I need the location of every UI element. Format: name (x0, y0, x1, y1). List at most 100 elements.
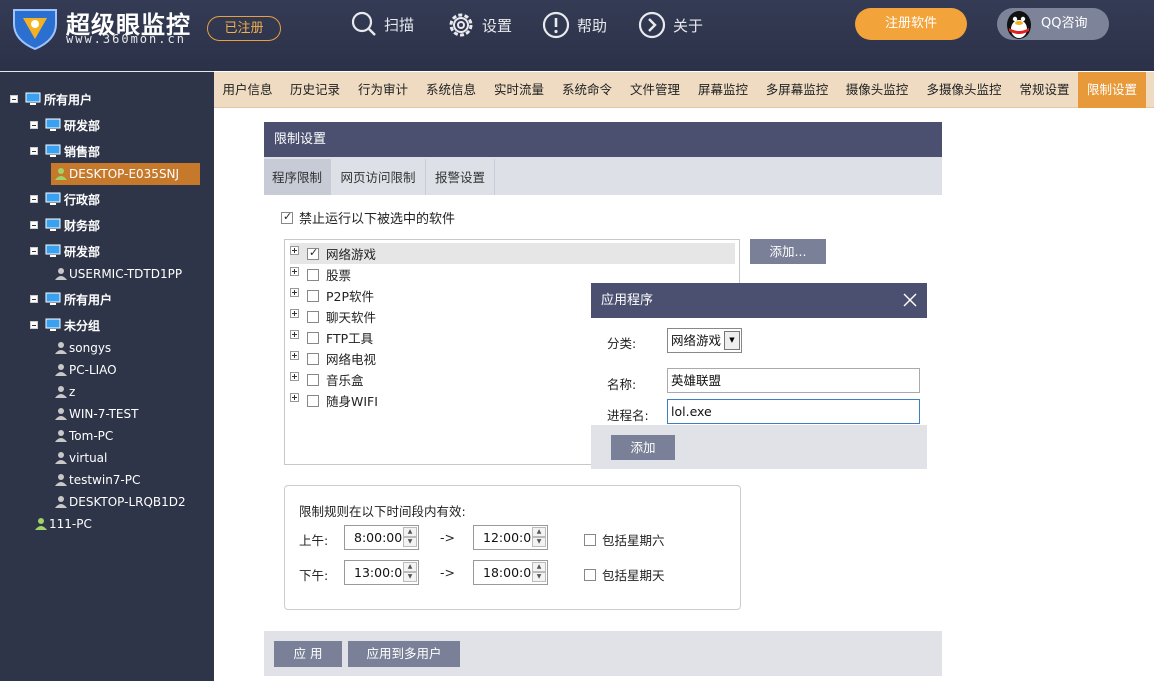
category-select[interactable]: 网络游戏 ▼ (667, 328, 742, 353)
collapse-icon[interactable] (30, 221, 38, 229)
category-item[interactable]: 网络游戏 (290, 243, 735, 264)
expand-icon[interactable] (290, 351, 299, 360)
tree-user-item[interactable]: songys (54, 337, 111, 359)
tab-behavior-audit[interactable]: 行为审计 (349, 72, 417, 108)
nav-scan[interactable]: 扫描 (350, 10, 414, 38)
qq-consult-button[interactable]: QQ咨询 (997, 8, 1109, 40)
tab-screen-monitor[interactable]: 屏幕监控 (689, 72, 757, 108)
tree-user-item[interactable]: Tom-PC (54, 425, 113, 447)
name-field[interactable]: 英雄联盟 (667, 368, 920, 393)
tree-user-item[interactable]: testwin7-PC (54, 469, 140, 491)
category-checkbox[interactable] (307, 373, 319, 386)
expand-icon[interactable] (290, 330, 299, 339)
tab-multi-screen-monitor[interactable]: 多屏幕监控 (757, 72, 837, 108)
apply-to-multiple-users-button[interactable]: 应用到多用户 (348, 641, 460, 667)
chevron-down-icon[interactable]: ▼ (724, 331, 740, 350)
expand-icon[interactable] (290, 288, 299, 297)
morning-end-time[interactable]: 12:00:00 ▲ ▼ (473, 525, 548, 550)
spinner-arrows[interactable]: ▲ ▼ (532, 562, 546, 583)
category-item[interactable]: 音乐盒 (290, 369, 364, 390)
tree-item-group[interactable]: 研发部 (30, 114, 100, 136)
tree-user-item[interactable]: WIN-7-TEST (54, 403, 138, 425)
category-checkbox[interactable] (307, 394, 319, 407)
tree-user-item[interactable]: z (54, 381, 75, 403)
afternoon-start-time[interactable]: 13:00:00 ▲ ▼ (344, 560, 419, 585)
tab-multi-camera-monitor[interactable]: 多摄像头监控 (917, 72, 1011, 108)
tree-item-group[interactable]: 所有用户 (30, 288, 112, 310)
checkbox-checked[interactable] (281, 210, 293, 224)
category-checkbox[interactable] (307, 310, 319, 323)
tree-item-group[interactable]: 行政部 (30, 188, 100, 210)
spinner-arrows[interactable]: ▲ ▼ (403, 562, 417, 583)
category-item[interactable]: P2P软件 (290, 285, 374, 306)
include-sunday-checkbox[interactable]: 包括星期天 (584, 565, 665, 584)
nav-help[interactable]: 帮助 (541, 10, 607, 40)
checkbox-unchecked[interactable] (584, 568, 596, 581)
tab-camera-monitor[interactable]: 摄像头监控 (837, 72, 917, 108)
nav-settings[interactable]: 设置 (446, 10, 512, 40)
tab-user-info[interactable]: 用户信息 (214, 72, 281, 108)
category-item[interactable]: 随身WIFI (290, 390, 378, 411)
category-checkbox[interactable] (307, 352, 319, 365)
tree-item-group[interactable]: 销售部 (30, 140, 100, 162)
spin-up-icon[interactable]: ▲ (403, 527, 417, 537)
tree-item-group[interactable]: 研发部 (30, 240, 100, 262)
subtab-web-restriction[interactable]: 网页访问限制 (331, 159, 426, 195)
dialog-add-button[interactable]: 添加 (611, 435, 675, 460)
close-icon[interactable] (902, 292, 918, 308)
tree-user-desktop-e035snj[interactable]: DESKTOP-E035SNJ (51, 163, 200, 185)
subtab-alarm-settings[interactable]: 报警设置 (426, 159, 495, 195)
nav-about[interactable]: 关于 (637, 10, 703, 40)
checkbox-unchecked[interactable] (584, 533, 596, 546)
category-checkbox[interactable] (307, 331, 319, 344)
tree-user-item[interactable]: USERMIC-TDTD1PP (54, 263, 182, 285)
tree-item-group[interactable]: 未分组 (30, 314, 100, 336)
tree-user-item[interactable]: virtual (54, 447, 107, 469)
expand-icon[interactable] (290, 372, 299, 381)
category-item[interactable]: FTP工具 (290, 327, 373, 348)
tree-item-all-users[interactable]: 所有用户 (10, 88, 92, 110)
subtab-program-restriction[interactable]: 程序限制 (264, 159, 331, 195)
tab-system-info[interactable]: 系统信息 (417, 72, 485, 108)
expand-icon[interactable] (290, 393, 299, 402)
afternoon-end-time[interactable]: 18:00:00 ▲ ▼ (473, 560, 548, 585)
process-name-field[interactable]: lol.exe (667, 399, 920, 424)
register-software-button[interactable]: 注册软件 (855, 8, 967, 40)
collapse-icon[interactable] (30, 321, 38, 329)
category-checkbox[interactable] (307, 289, 319, 302)
collapse-icon[interactable] (30, 121, 38, 129)
collapse-icon[interactable] (30, 247, 38, 255)
collapse-icon[interactable] (10, 95, 18, 103)
spinner-arrows[interactable]: ▲ ▼ (532, 527, 546, 548)
category-item[interactable]: 网络电视 (290, 348, 376, 369)
spin-down-icon[interactable]: ▼ (532, 537, 546, 547)
expand-icon[interactable] (290, 309, 299, 318)
collapse-icon[interactable] (30, 295, 38, 303)
spin-up-icon[interactable]: ▲ (403, 562, 417, 572)
tree-user-item[interactable]: DESKTOP-LRQB1D2 (54, 491, 186, 513)
tab-restriction-settings[interactable]: 限制设置 (1078, 72, 1146, 108)
tab-history[interactable]: 历史记录 (281, 72, 349, 108)
apply-button[interactable]: 应 用 (274, 641, 342, 667)
category-item[interactable]: 股票 (290, 264, 351, 285)
morning-start-time[interactable]: 8:00:00 ▲ ▼ (344, 525, 419, 550)
tab-file-manager[interactable]: 文件管理 (621, 72, 689, 108)
category-item[interactable]: 聊天软件 (290, 306, 376, 327)
tree-user-item[interactable]: 111-PC (34, 513, 92, 535)
spin-down-icon[interactable]: ▼ (403, 572, 417, 582)
category-checkbox[interactable] (307, 268, 319, 281)
collapse-icon[interactable] (30, 195, 38, 203)
add-software-button[interactable]: 添加... (750, 239, 826, 264)
include-saturday-checkbox[interactable]: 包括星期六 (584, 530, 665, 549)
tab-system-command[interactable]: 系统命令 (553, 72, 621, 108)
spinner-arrows[interactable]: ▲ ▼ (403, 527, 417, 548)
collapse-icon[interactable] (30, 147, 38, 155)
tree-user-item[interactable]: PC-LIAO (54, 359, 117, 381)
spin-up-icon[interactable]: ▲ (532, 527, 546, 537)
expand-icon[interactable] (290, 246, 299, 255)
spin-down-icon[interactable]: ▼ (403, 537, 417, 547)
tree-item-group[interactable]: 财务部 (30, 214, 100, 236)
spin-down-icon[interactable]: ▼ (532, 572, 546, 582)
spin-up-icon[interactable]: ▲ (532, 562, 546, 572)
tab-general-settings[interactable]: 常规设置 (1011, 72, 1078, 108)
